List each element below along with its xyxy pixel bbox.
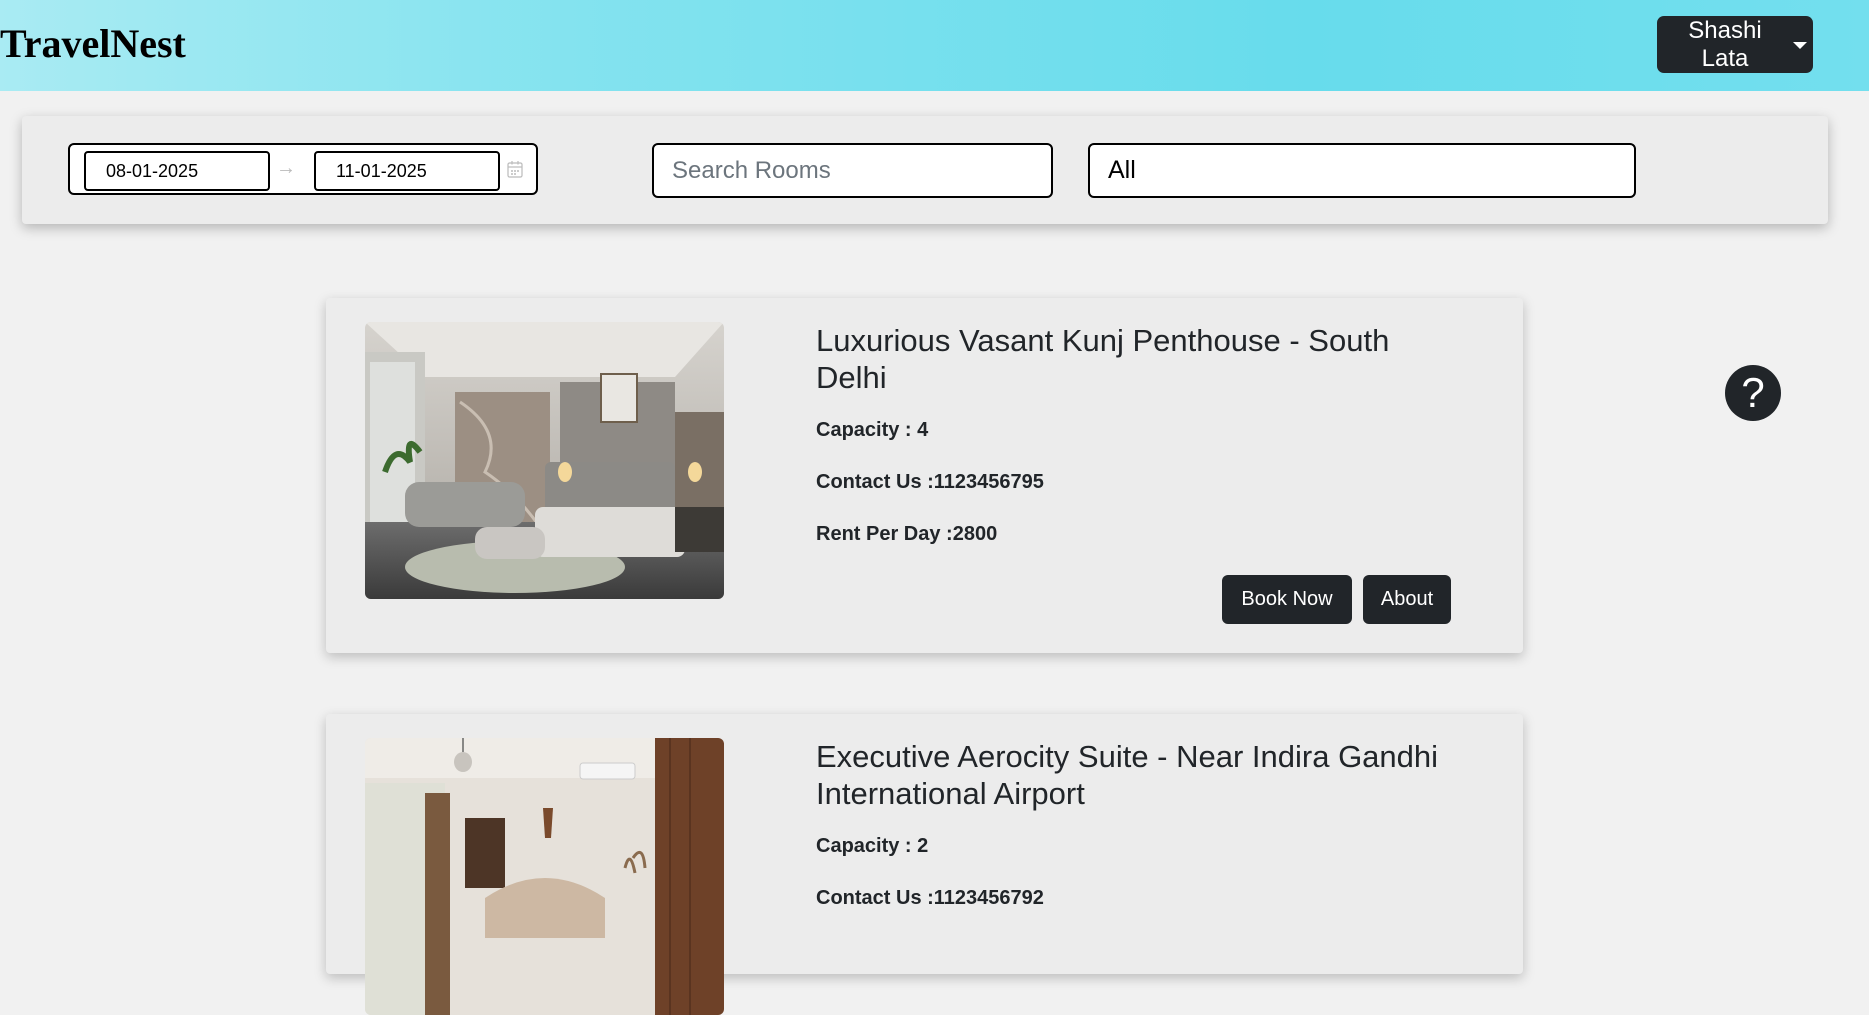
category-selected-value: All [1108, 156, 1136, 184]
room-title: Executive Aerocity Suite - Near Indira G… [816, 739, 1439, 811]
search-rooms-input[interactable] [652, 143, 1053, 198]
room-info: Luxurious Vasant Kunj Penthouse - South … [816, 322, 1456, 546]
room-image-suite [365, 738, 724, 1015]
about-button[interactable]: About [1363, 575, 1451, 624]
calendar-icon[interactable] [507, 160, 523, 178]
room-rent: Rent Per Day :2800 [816, 523, 998, 545]
date-range-picker[interactable]: → [68, 143, 538, 195]
room-info: Executive Aerocity Suite - Near Indira G… [816, 738, 1456, 910]
suite-photo [365, 738, 724, 1015]
room-title: Luxurious Vasant Kunj Penthouse - South … [816, 323, 1390, 395]
top-navbar: TravelNest Shashi Lata [0, 0, 1869, 91]
book-now-button[interactable]: Book Now [1222, 575, 1352, 624]
room-card: Luxurious Vasant Kunj Penthouse - South … [326, 298, 1523, 653]
filter-bar: → All [22, 116, 1828, 224]
room-contact: Contact Us :1123456795 [816, 471, 1044, 493]
bedroom-photo [365, 322, 724, 599]
end-date-input[interactable] [314, 151, 500, 191]
room-capacity: Capacity : 4 [816, 419, 929, 441]
help-button[interactable]: ? [1725, 365, 1781, 421]
user-menu-label: Shashi Lata [1688, 16, 1762, 72]
caret-down-icon [1793, 42, 1807, 49]
range-arrow-icon: → [276, 157, 296, 179]
start-date-input[interactable] [84, 151, 270, 191]
category-select[interactable]: All [1088, 143, 1636, 198]
user-menu-button[interactable]: Shashi Lata [1657, 16, 1813, 73]
question-mark-icon: ? [1741, 369, 1765, 416]
room-image-bedroom [365, 322, 724, 599]
room-card: Executive Aerocity Suite - Near Indira G… [326, 714, 1523, 1015]
room-contact: Contact Us :1123456792 [816, 887, 1044, 909]
room-capacity: Capacity : 2 [816, 835, 929, 857]
brand-logo[interactable]: TravelNest [0, 19, 186, 69]
